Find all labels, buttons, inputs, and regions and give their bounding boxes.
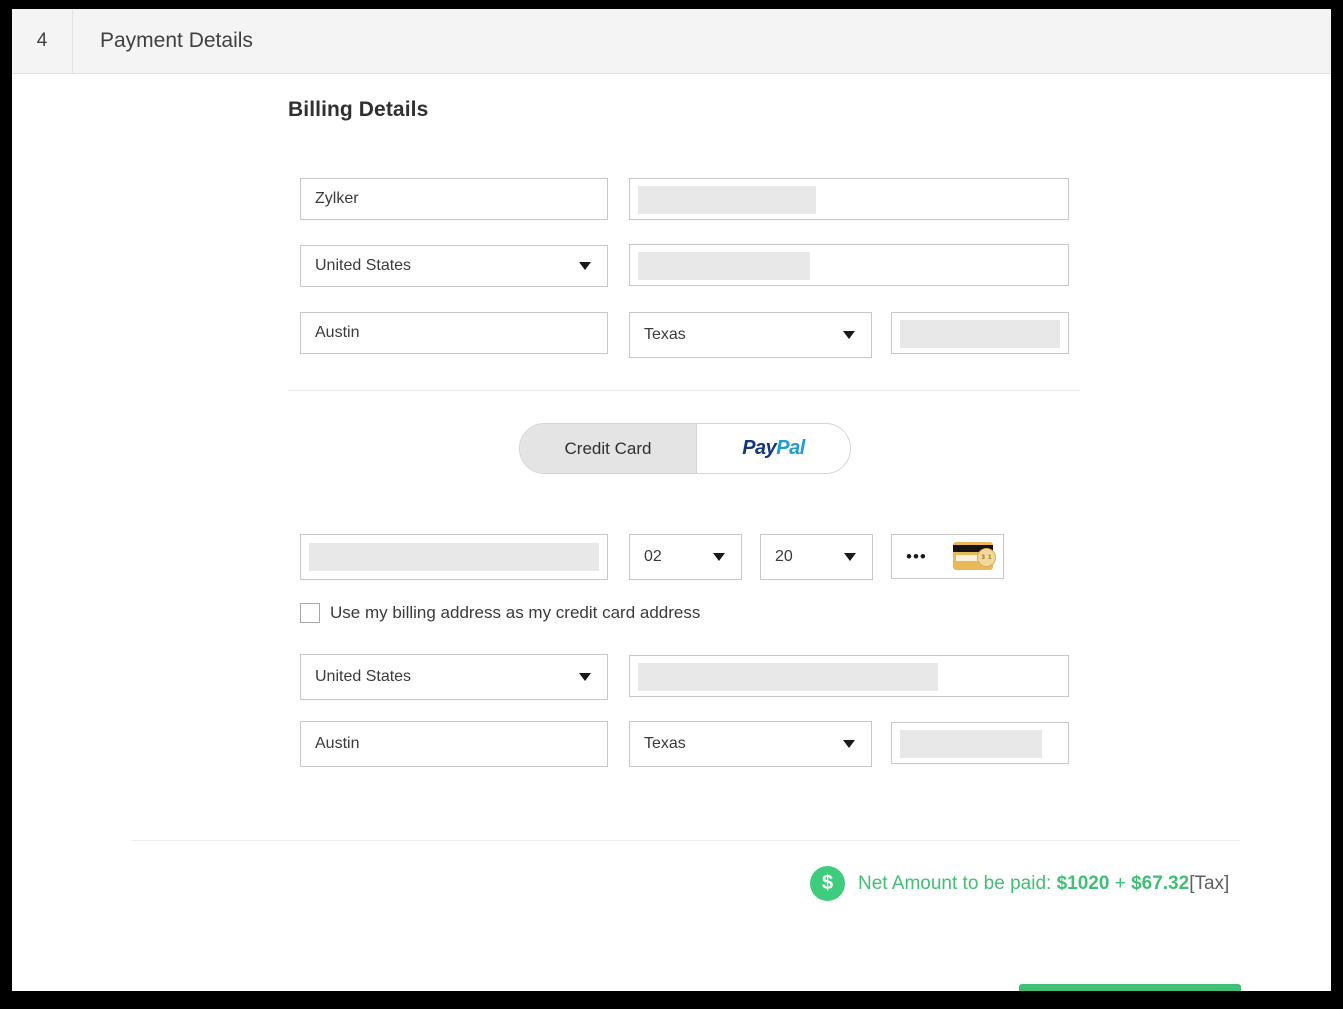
net-amount-text: Net Amount to be paid: $1020 + $67.32[Ta… (858, 873, 1229, 895)
payment-body: Billing Details Zylker United States Aus… (12, 74, 1331, 991)
card-number-input[interactable] (300, 534, 608, 580)
billing-company-input[interactable]: Zylker (300, 178, 608, 220)
payment-method-toggle[interactable]: Credit Card PayPal (519, 423, 851, 474)
paypal-logo-pal: Pal (776, 437, 805, 459)
billing-details-heading: Billing Details (288, 98, 429, 121)
make-payment-button[interactable]: Make Payment (1019, 984, 1241, 991)
cvv-masked-value: ••• (906, 547, 927, 566)
footer-divider (132, 840, 1240, 841)
card-state-value: Texas (644, 735, 686, 752)
billing-state-value: Texas (644, 326, 686, 343)
tab-paypal[interactable]: PayPal (697, 424, 850, 473)
window-frame: 4 Payment Details Billing Details Zylker… (0, 0, 1343, 1009)
card-city-input[interactable]: Austin (300, 721, 608, 767)
paypal-logo: PayPal (742, 437, 805, 460)
billing-address1-input[interactable] (629, 178, 1069, 220)
chevron-down-icon (843, 740, 855, 748)
card-expiry-year-value: 20 (775, 548, 793, 565)
chevron-down-icon (844, 553, 856, 561)
card-country-select[interactable]: United States (300, 654, 608, 700)
net-amount-row: $ Net Amount to be paid: $1020 + $67.32[… (810, 866, 1229, 901)
card-icon-cvv-circle: 3 1 (977, 548, 996, 567)
redacted-bar (900, 320, 1060, 348)
paypal-logo-pay: Pay (742, 437, 777, 459)
payment-page: 4 Payment Details Billing Details Zylker… (12, 9, 1331, 991)
tax-suffix: [Tax] (1189, 872, 1230, 894)
card-expiry-month-value: 02 (644, 548, 662, 565)
use-billing-address-checkbox[interactable] (300, 603, 320, 623)
billing-address2-input[interactable] (629, 244, 1069, 286)
billing-company-value: Zylker (315, 190, 359, 207)
chevron-down-icon (843, 331, 855, 339)
redacted-bar (638, 663, 938, 691)
card-cvv-input[interactable]: ••• 3 1 (891, 534, 1004, 579)
use-billing-address-row[interactable]: Use my billing address as my credit card… (300, 603, 700, 623)
billing-country-select[interactable]: United States (300, 245, 608, 287)
tab-credit-card[interactable]: Credit Card (520, 424, 697, 473)
page-title: Payment Details (100, 29, 253, 52)
section-divider (288, 390, 1080, 391)
card-expiry-year-select[interactable]: 20 (760, 534, 873, 580)
use-billing-address-label: Use my billing address as my credit card… (330, 603, 701, 622)
net-amount-plus: + (1109, 872, 1132, 894)
dollar-icon: $ (810, 866, 845, 901)
billing-city-input[interactable]: Austin (300, 312, 608, 354)
billing-zip-input[interactable] (891, 312, 1069, 354)
billing-city-value: Austin (315, 324, 360, 341)
redacted-bar (638, 252, 810, 280)
card-city-value: Austin (315, 735, 360, 752)
card-address-input[interactable] (629, 655, 1069, 697)
redacted-bar (309, 543, 599, 571)
chevron-down-icon (579, 262, 591, 270)
card-expiry-month-select[interactable]: 02 (629, 534, 742, 580)
chevron-down-icon (579, 673, 591, 681)
net-amount-label: Net Amount to be paid: (858, 872, 1057, 894)
credit-card-icon: 3 1 (953, 542, 996, 571)
billing-state-select[interactable]: Texas (629, 312, 872, 358)
redacted-bar (638, 186, 816, 214)
step-number: 4 (12, 9, 73, 73)
step-header: 4 Payment Details (12, 9, 1331, 74)
card-state-select[interactable]: Texas (629, 721, 872, 767)
billing-country-value: United States (315, 257, 412, 274)
card-zip-input[interactable] (891, 722, 1069, 764)
chevron-down-icon (713, 553, 725, 561)
card-country-value: United States (315, 668, 412, 685)
redacted-bar (900, 730, 1042, 758)
net-amount-value: $1020 (1056, 872, 1110, 894)
tax-amount-value: $67.32 (1131, 872, 1190, 894)
